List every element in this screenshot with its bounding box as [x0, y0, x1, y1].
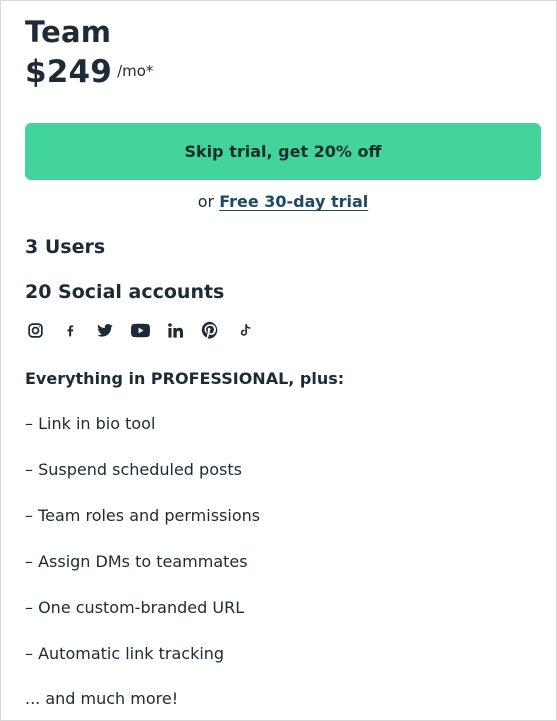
and-more-text: ... and much more!: [25, 689, 179, 708]
price-period: /mo*: [117, 62, 154, 80]
youtube-icon: [130, 320, 150, 340]
facebook-icon: [60, 320, 80, 340]
plan-name: Team: [25, 15, 112, 49]
list-item: – Link in bio tool: [25, 414, 156, 433]
features-heading: Everything in PROFESSIONAL, plus:: [25, 369, 345, 388]
list-item: – Automatic link tracking: [25, 644, 225, 663]
price-row: $249 /mo*: [25, 54, 153, 90]
list-item: – Assign DMs to teammates: [25, 552, 248, 571]
users-limit: 3 Users: [25, 236, 106, 258]
trial-row: or Free 30-day trial: [25, 192, 541, 211]
pinterest-icon: [200, 320, 220, 340]
list-item: – One custom-branded URL: [25, 598, 245, 617]
list-item: – Team roles and permissions: [25, 506, 261, 525]
instagram-icon: [25, 320, 45, 340]
social-accounts-limit: 20 Social accounts: [25, 281, 225, 303]
free-trial-link[interactable]: Free 30-day trial: [219, 192, 368, 211]
linkedin-icon: [165, 320, 185, 340]
list-item: – Suspend scheduled posts: [25, 460, 242, 479]
trial-prefix: or: [197, 192, 215, 211]
skip-trial-button[interactable]: Skip trial, get 20% off: [25, 123, 541, 180]
tiktok-icon: [235, 320, 255, 340]
twitter-icon: [95, 320, 115, 340]
plan-price: $249: [25, 54, 113, 90]
pricing-card: Team $249 /mo* Skip trial, get 20% off o…: [0, 0, 557, 721]
social-network-icons: [25, 320, 270, 340]
feature-list: – Link in bio tool – Suspend scheduled p…: [25, 414, 260, 690]
